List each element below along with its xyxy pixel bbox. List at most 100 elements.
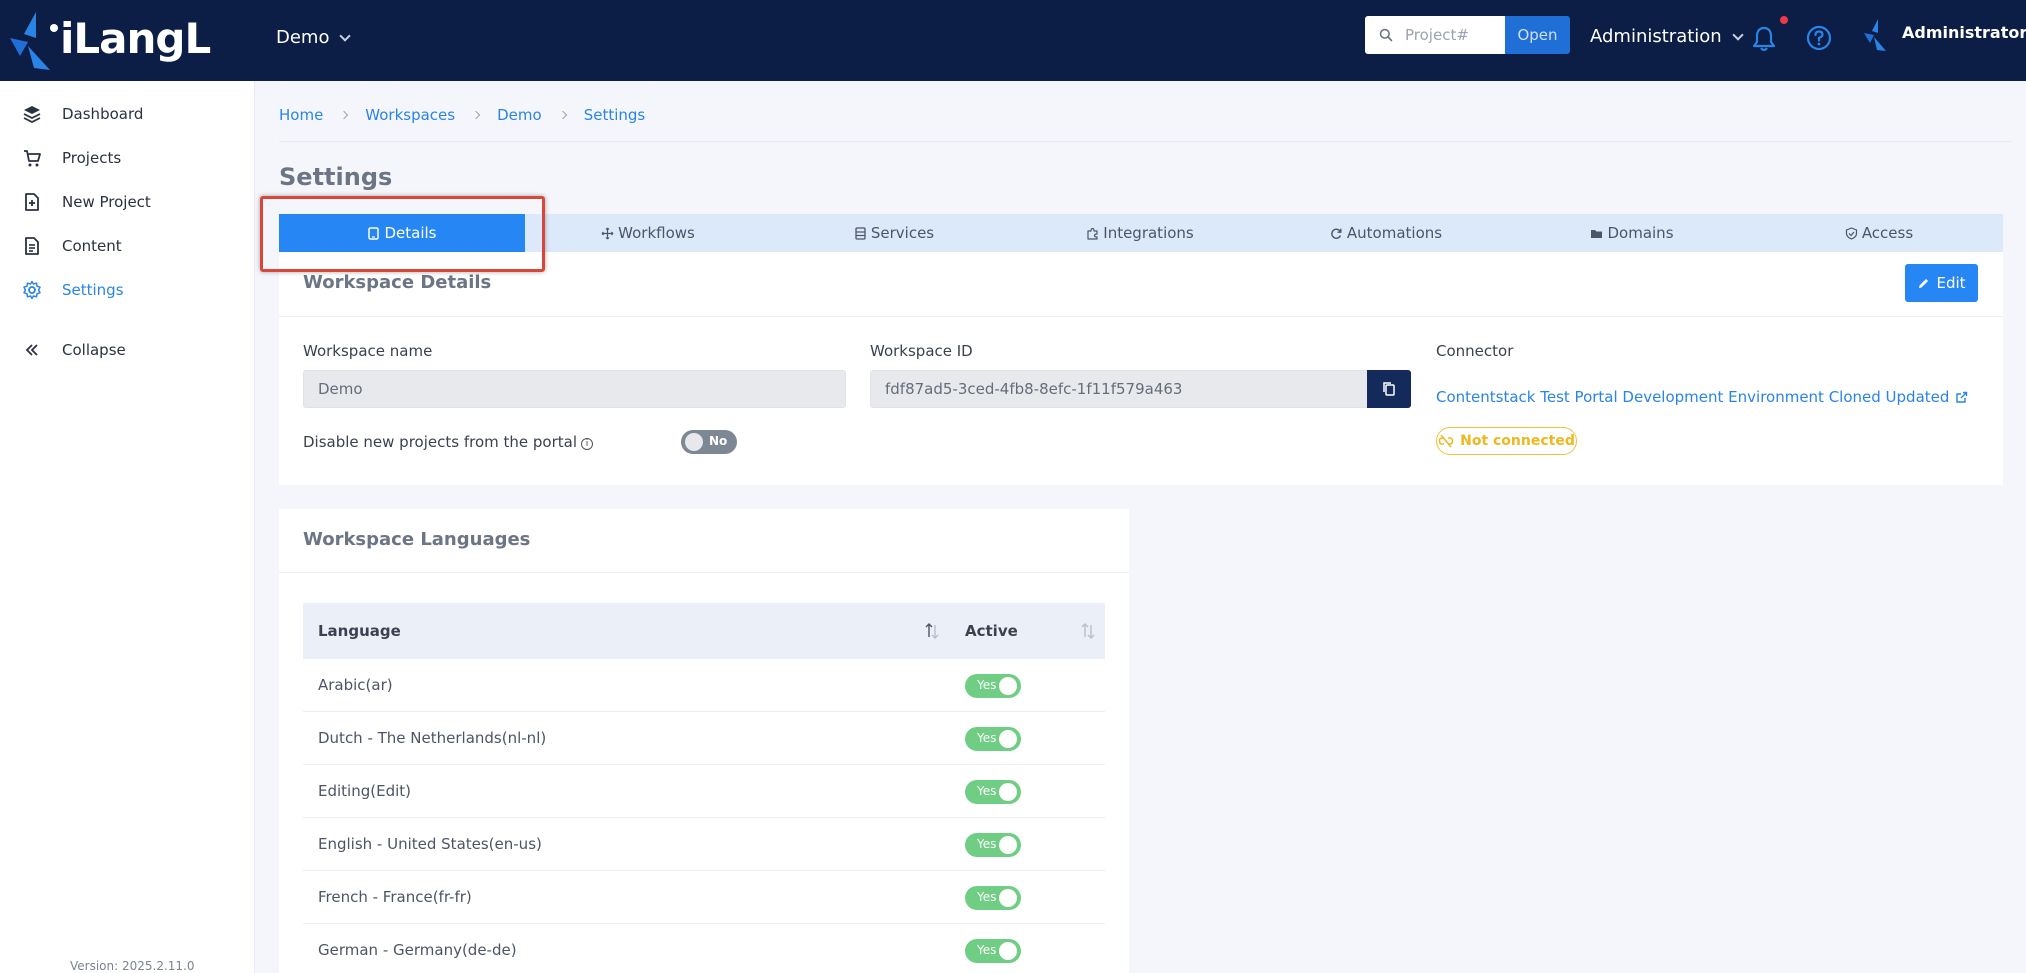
tab-services[interactable]: Services [771, 214, 1017, 252]
logo-mark-icon [10, 12, 58, 70]
user-avatar-icon [1864, 19, 1886, 51]
open-project-button[interactable]: Open [1505, 16, 1570, 54]
sidebar-item-projects[interactable]: Projects [22, 143, 121, 173]
chevron-down-icon [339, 29, 352, 42]
user-menu[interactable]: Administrator [1862, 17, 2026, 53]
sidebar-item-label: Dashboard [62, 105, 144, 123]
edit-label: Edit [1936, 274, 1966, 292]
card-divider [279, 316, 2003, 317]
toggle-label: Yes [977, 784, 997, 798]
toggle-label: Yes [977, 890, 997, 904]
tab-integrations[interactable]: Integrations [1017, 214, 1263, 252]
tab-access[interactable]: Access [1755, 214, 2003, 252]
language-active-toggle[interactable]: Yes [965, 833, 1021, 857]
workspace-id-label: Workspace ID [870, 342, 973, 360]
toggle-knob [999, 942, 1017, 960]
sidebar-item-new-project[interactable]: New Project [22, 187, 151, 217]
search-icon [1379, 28, 1393, 42]
column-header-active[interactable]: Active [965, 622, 1018, 640]
tab-label: Automations [1346, 224, 1443, 242]
connector-status-badge: Not connected [1436, 427, 1577, 455]
cart-icon [24, 150, 41, 167]
tab-label: Access [1861, 224, 1914, 242]
language-name: English - United States(en-us) [318, 835, 542, 853]
pencil-icon [1919, 278, 1929, 288]
toggle-knob [685, 433, 703, 451]
external-link-icon [1956, 391, 1968, 403]
language-name: Dutch - The Netherlands(nl-nl) [318, 729, 547, 747]
notification-dot [1780, 16, 1788, 24]
app-logo[interactable]: iLangL [6, 8, 211, 72]
edit-button[interactable]: Edit [1905, 264, 1978, 302]
tab-details[interactable]: Details [279, 214, 525, 252]
workspace-name-label: Workspace name [303, 342, 433, 360]
breadcrumb-settings[interactable]: Settings [584, 106, 646, 124]
sidebar-item-dashboard[interactable]: Dashboard [22, 99, 143, 129]
help-icon[interactable] [1806, 25, 1832, 51]
toggle-knob [999, 730, 1017, 748]
sidebar-item-label: Collapse [62, 341, 126, 359]
info-icon: i [581, 438, 593, 450]
toggle-label: No [709, 434, 728, 448]
sort-icon[interactable] [923, 621, 941, 641]
bell-icon[interactable] [1751, 25, 1777, 53]
language-name: Editing(Edit) [318, 782, 411, 800]
column-header-language[interactable]: Language [318, 622, 401, 640]
sort-icon[interactable] [1079, 621, 1097, 641]
tab-domains[interactable]: Domains [1509, 214, 1755, 252]
language-active-toggle[interactable]: Yes [965, 674, 1021, 698]
table-row: English - United States(en-us) Yes [303, 818, 1105, 871]
tab-workflows[interactable]: Workflows [525, 214, 771, 252]
layers-icon [23, 106, 41, 124]
disable-projects-toggle[interactable]: No [681, 430, 737, 454]
toggle-knob [999, 836, 1017, 854]
language-name: German - Germany(de-de) [318, 941, 517, 959]
project-search-input[interactable] [1405, 26, 1505, 44]
toggle-knob [999, 677, 1017, 695]
card-divider [279, 572, 1129, 573]
table-header: Language Active [303, 603, 1105, 659]
toggle-knob [999, 783, 1017, 801]
workspace-name: Demo [276, 27, 330, 48]
table-row: German - Germany(de-de) Yes [303, 924, 1105, 973]
refresh-icon [1331, 228, 1342, 239]
user-name: Administrator [1902, 22, 2026, 42]
workspace-switcher[interactable]: Demo [276, 27, 352, 48]
breadcrumb-workspaces[interactable]: Workspaces [365, 106, 455, 124]
workspace-details-title: Workspace Details [303, 272, 492, 293]
puzzle-icon [1087, 227, 1098, 240]
sidebar-item-label: Content [62, 237, 122, 255]
sidebar-item-content[interactable]: Content [22, 231, 122, 261]
table-row: Editing(Edit) Yes [303, 765, 1105, 818]
server-icon [855, 226, 866, 240]
workspace-id-field[interactable] [870, 370, 1368, 408]
copy-id-button[interactable] [1367, 370, 1411, 408]
sidebar-item-settings[interactable]: Settings [22, 275, 124, 305]
folder-icon [1591, 229, 1603, 238]
shield-check-icon [1845, 226, 1857, 240]
breadcrumb-demo[interactable]: Demo [497, 106, 542, 124]
toggle-knob [999, 889, 1017, 907]
disable-projects-text: Disable new projects from the portal [303, 433, 577, 451]
sidebar-item-label: Projects [62, 149, 122, 167]
sidebar-collapse-button[interactable]: Collapse [22, 335, 126, 365]
copy-icon [1383, 382, 1395, 396]
language-active-toggle[interactable]: Yes [965, 939, 1021, 963]
table-row: Arabic(ar) Yes [303, 659, 1105, 712]
language-active-toggle[interactable]: Yes [965, 780, 1021, 804]
move-icon [601, 227, 614, 239]
tab-automations[interactable]: Automations [1263, 214, 1509, 252]
sidebar-item-label: Settings [62, 281, 124, 299]
language-active-toggle[interactable]: Yes [965, 886, 1021, 910]
chevron-down-icon [1732, 28, 1744, 41]
breadcrumb-home[interactable]: Home [279, 106, 323, 124]
connector-link[interactable]: Contentstack Test Portal Development Env… [1436, 388, 1968, 406]
language-active-toggle[interactable]: Yes [965, 727, 1021, 751]
workspace-name-field[interactable] [303, 370, 846, 408]
connector-link-text: Contentstack Test Portal Development Env… [1436, 388, 1950, 406]
administration-menu[interactable]: Administration [1590, 26, 1744, 47]
logo-text: iLangL [60, 14, 211, 63]
connector-status-text: Not connected [1460, 433, 1575, 449]
languages-table: Language Active Arabic(ar) Yes Dutch - T… [303, 603, 1105, 973]
file-plus-icon [25, 193, 39, 211]
